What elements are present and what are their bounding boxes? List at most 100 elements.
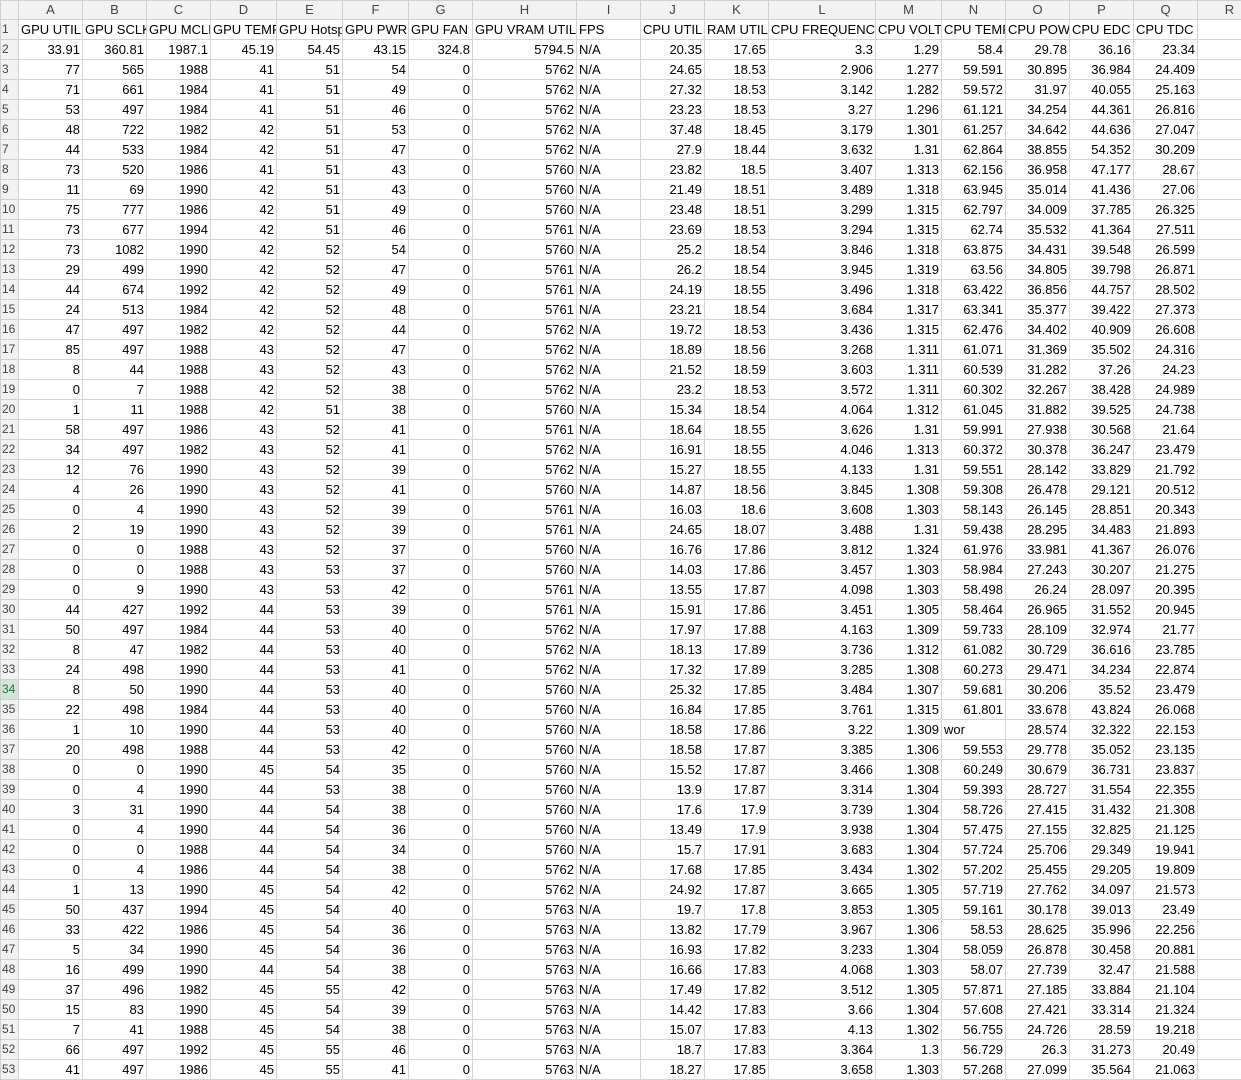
cell[interactable]: 17.79 [705,920,769,940]
cell[interactable]: 5762 [473,80,577,100]
cell[interactable]: 42 [211,260,277,280]
header-cell[interactable]: CPU EDC [1070,20,1134,40]
cell[interactable]: 0 [409,120,473,140]
row-header[interactable]: 36 [1,720,19,740]
cell[interactable]: 26.478 [1006,480,1070,500]
cell[interactable]: 43 [343,360,409,380]
cell[interactable]: N/A [577,120,641,140]
cell[interactable]: 33.678 [1006,700,1070,720]
cell[interactable]: 21.573 [1134,880,1198,900]
cell[interactable]: 33.884 [1070,980,1134,1000]
cell[interactable]: 1.308 [876,480,942,500]
cell[interactable] [1198,680,1241,700]
cell[interactable]: 4.163 [769,620,876,640]
cell[interactable]: 3.739 [769,800,876,820]
cell[interactable]: N/A [577,540,641,560]
cell[interactable]: 18.5 [705,160,769,180]
cell[interactable]: 53 [277,620,343,640]
cell[interactable]: 54 [277,800,343,820]
cell[interactable]: 52 [277,520,343,540]
cell[interactable]: 18.56 [705,480,769,500]
cell[interactable]: 23.479 [1134,680,1198,700]
cell[interactable]: 30.679 [1006,760,1070,780]
cell[interactable]: 38.428 [1070,380,1134,400]
cell[interactable]: 1987.1 [147,40,211,60]
cell[interactable]: 0 [409,580,473,600]
cell[interactable]: 5760 [473,740,577,760]
cell[interactable] [1198,500,1241,520]
cell[interactable]: 18.53 [705,60,769,80]
row-header[interactable]: 21 [1,420,19,440]
cell[interactable]: 1994 [147,220,211,240]
cell[interactable]: 1.304 [876,840,942,860]
cell[interactable]: 17.82 [705,940,769,960]
row-header[interactable]: 10 [1,200,19,220]
row-header[interactable]: 39 [1,780,19,800]
cell[interactable] [1198,780,1241,800]
cell[interactable]: 53 [277,700,343,720]
header-cell[interactable]: GPU SCLK [83,20,147,40]
cell[interactable]: 520 [83,160,147,180]
cell[interactable]: N/A [577,140,641,160]
cell[interactable]: 58 [19,420,83,440]
cell[interactable]: 55 [277,980,343,1000]
cell[interactable]: 4.046 [769,440,876,460]
cell[interactable]: 0 [409,640,473,660]
cell[interactable]: 50 [19,620,83,640]
cell[interactable]: 1988 [147,560,211,580]
cell[interactable]: 1.29 [876,40,942,60]
cell[interactable]: 0 [19,860,83,880]
cell[interactable]: 9 [83,580,147,600]
cell[interactable]: 60.372 [942,440,1006,460]
cell[interactable]: 0 [409,620,473,640]
cell[interactable]: 23.2 [641,380,705,400]
cell[interactable]: 1082 [83,240,147,260]
cell[interactable]: 0 [409,600,473,620]
cell[interactable]: 52 [277,320,343,340]
cell[interactable]: 26.2 [641,260,705,280]
cell[interactable]: 17.83 [705,1000,769,1020]
cell[interactable]: 19.218 [1134,1020,1198,1040]
cell[interactable]: 42 [211,280,277,300]
cell[interactable]: 1.324 [876,540,942,560]
cell[interactable]: 0 [409,180,473,200]
cell[interactable]: 38 [343,800,409,820]
cell[interactable]: 37 [343,540,409,560]
cell[interactable]: 5 [19,940,83,960]
column-header-r[interactable]: R [1198,1,1241,20]
cell[interactable]: 30.729 [1006,640,1070,660]
cell[interactable]: 3.845 [769,480,876,500]
cell[interactable]: 1.305 [876,880,942,900]
cell[interactable]: 40 [343,720,409,740]
cell[interactable]: 24.19 [641,280,705,300]
cell[interactable]: 26.599 [1134,240,1198,260]
cell[interactable]: 5760 [473,700,577,720]
cell[interactable]: 1988 [147,1020,211,1040]
cell[interactable]: 53 [277,680,343,700]
cell[interactable]: 16.76 [641,540,705,560]
cell[interactable]: 0 [409,1040,473,1060]
cell[interactable]: 28.574 [1006,720,1070,740]
cell[interactable]: 53 [343,120,409,140]
cell[interactable]: N/A [577,1020,641,1040]
cell[interactable]: 0 [409,300,473,320]
cell[interactable]: 15.07 [641,1020,705,1040]
cell[interactable]: 58.726 [942,800,1006,820]
cell[interactable]: N/A [577,700,641,720]
cell[interactable]: 1.318 [876,240,942,260]
cell[interactable]: 1990 [147,460,211,480]
cell[interactable]: 1.31 [876,140,942,160]
cell[interactable]: 3.488 [769,520,876,540]
cell[interactable]: 0 [409,400,473,420]
cell[interactable]: 1.304 [876,1000,942,1020]
cell[interactable]: 498 [83,700,147,720]
row-header[interactable]: 3 [1,60,19,80]
cell[interactable]: 59.591 [942,60,1006,80]
cell[interactable]: 1992 [147,280,211,300]
cell[interactable]: 677 [83,220,147,240]
cell[interactable]: 17.87 [705,780,769,800]
cell[interactable]: 21.52 [641,360,705,380]
cell[interactable]: 4.133 [769,460,876,480]
cell[interactable]: 59.438 [942,520,1006,540]
cell[interactable]: 19.7 [641,900,705,920]
